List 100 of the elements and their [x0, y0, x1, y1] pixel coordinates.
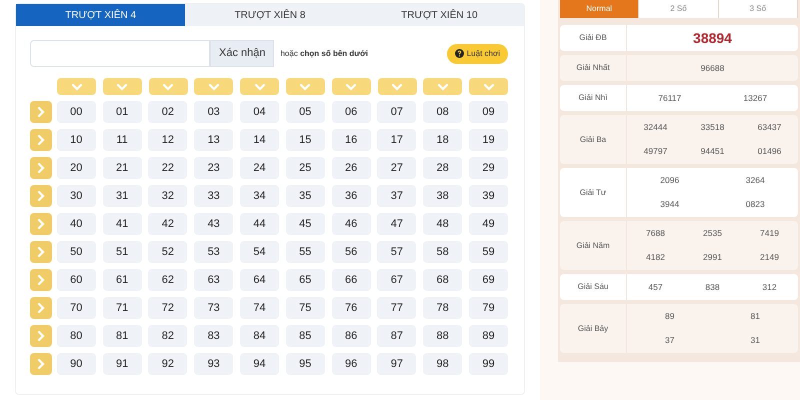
number-button[interactable]: 49: [468, 213, 508, 235]
number-button[interactable]: 09: [468, 101, 508, 123]
number-button[interactable]: 92: [148, 353, 188, 375]
number-button[interactable]: 10: [56, 129, 96, 151]
number-button[interactable]: 72: [148, 297, 188, 319]
number-button[interactable]: 79: [468, 297, 508, 319]
row-select-button[interactable]: [30, 213, 52, 235]
number-button[interactable]: 19: [468, 129, 508, 151]
number-button[interactable]: 55: [286, 241, 325, 263]
number-button[interactable]: 36: [332, 185, 371, 207]
row-select-button[interactable]: [30, 185, 52, 207]
tab[interactable]: 3 Số: [718, 0, 798, 18]
number-button[interactable]: 66: [332, 269, 371, 291]
number-button[interactable]: 06: [332, 101, 371, 123]
number-button[interactable]: 57: [377, 241, 416, 263]
number-button[interactable]: 04: [240, 101, 279, 123]
row-select-button[interactable]: [30, 101, 52, 123]
number-button[interactable]: 95: [286, 353, 325, 375]
number-button[interactable]: 38: [423, 185, 462, 207]
number-button[interactable]: 27: [377, 157, 416, 179]
column-select-button[interactable]: [57, 78, 96, 95]
number-button[interactable]: 93: [194, 353, 234, 375]
number-button[interactable]: 71: [102, 297, 142, 319]
row-select-button[interactable]: [30, 325, 52, 347]
number-button[interactable]: 82: [148, 325, 188, 347]
number-button[interactable]: 02: [148, 101, 188, 123]
number-button[interactable]: 64: [240, 269, 279, 291]
number-button[interactable]: 43: [194, 213, 234, 235]
number-button[interactable]: 23: [194, 157, 234, 179]
number-button[interactable]: 03: [194, 101, 234, 123]
number-button[interactable]: 54: [240, 241, 279, 263]
number-button[interactable]: 42: [148, 213, 188, 235]
column-select-button[interactable]: [332, 78, 371, 95]
number-button[interactable]: 33: [194, 185, 234, 207]
number-button[interactable]: 01: [102, 101, 142, 123]
number-button[interactable]: 58: [423, 241, 462, 263]
number-button[interactable]: 74: [240, 297, 279, 319]
column-select-button[interactable]: [286, 78, 325, 95]
number-button[interactable]: 07: [377, 101, 416, 123]
number-button[interactable]: 53: [194, 241, 234, 263]
number-button[interactable]: 67: [377, 269, 416, 291]
tab[interactable]: TRƯỢT XIÊN 8: [185, 4, 355, 26]
number-button[interactable]: 88: [423, 325, 462, 347]
number-button[interactable]: 28: [423, 157, 462, 179]
number-button[interactable]: 94: [240, 353, 279, 375]
row-select-button[interactable]: [30, 241, 52, 263]
number-button[interactable]: 59: [468, 241, 508, 263]
number-button[interactable]: 50: [56, 241, 96, 263]
input-field[interactable]: [30, 40, 210, 67]
number-button[interactable]: 80: [56, 325, 96, 347]
number-button[interactable]: 17: [377, 129, 416, 151]
number-button[interactable]: 39: [468, 185, 508, 207]
number-button[interactable]: 97: [377, 353, 416, 375]
confirm-button[interactable]: Xác nhận: [210, 40, 274, 67]
number-button[interactable]: 18: [423, 129, 462, 151]
number-button[interactable]: 76: [332, 297, 371, 319]
number-button[interactable]: 44: [240, 213, 279, 235]
number-button[interactable]: 24: [240, 157, 279, 179]
column-select-button[interactable]: [423, 78, 462, 95]
number-button[interactable]: 29: [468, 157, 508, 179]
number-button[interactable]: 15: [286, 129, 325, 151]
number-button[interactable]: 87: [377, 325, 416, 347]
number-button[interactable]: 21: [102, 157, 142, 179]
number-button[interactable]: 45: [286, 213, 325, 235]
number-button[interactable]: 20: [56, 157, 96, 179]
row-select-button[interactable]: [30, 353, 52, 375]
number-button[interactable]: 78: [423, 297, 462, 319]
number-button[interactable]: 08: [423, 101, 462, 123]
column-select-button[interactable]: [469, 78, 508, 95]
number-button[interactable]: 48: [423, 213, 462, 235]
number-button[interactable]: 90: [56, 353, 96, 375]
number-button[interactable]: 00: [56, 101, 96, 123]
number-button[interactable]: 84: [240, 325, 279, 347]
number-button[interactable]: 68: [423, 269, 462, 291]
number-button[interactable]: 35: [286, 185, 325, 207]
number-button[interactable]: 22: [148, 157, 188, 179]
number-button[interactable]: 26: [332, 157, 371, 179]
number-button[interactable]: 62: [148, 269, 188, 291]
number-button[interactable]: 61: [102, 269, 142, 291]
rules-button[interactable]: Luật chơi: [446, 44, 508, 64]
number-button[interactable]: 51: [102, 241, 142, 263]
number-button[interactable]: 81: [102, 325, 142, 347]
number-button[interactable]: 32: [148, 185, 188, 207]
number-button[interactable]: 69: [468, 269, 508, 291]
number-button[interactable]: 96: [332, 353, 371, 375]
number-button[interactable]: 41: [102, 213, 142, 235]
number-button[interactable]: 73: [194, 297, 234, 319]
number-button[interactable]: 63: [194, 269, 234, 291]
number-button[interactable]: 46: [332, 213, 371, 235]
column-select-button[interactable]: [102, 78, 142, 95]
number-button[interactable]: 91: [102, 353, 142, 375]
number-button[interactable]: 83: [194, 325, 234, 347]
number-button[interactable]: 99: [468, 353, 508, 375]
number-button[interactable]: 16: [332, 129, 371, 151]
number-button[interactable]: 05: [286, 101, 325, 123]
number-button[interactable]: 70: [56, 297, 96, 319]
number-button[interactable]: 60: [56, 269, 96, 291]
column-select-button[interactable]: [378, 78, 417, 95]
number-button[interactable]: 31: [102, 185, 142, 207]
number-button[interactable]: 85: [286, 325, 325, 347]
